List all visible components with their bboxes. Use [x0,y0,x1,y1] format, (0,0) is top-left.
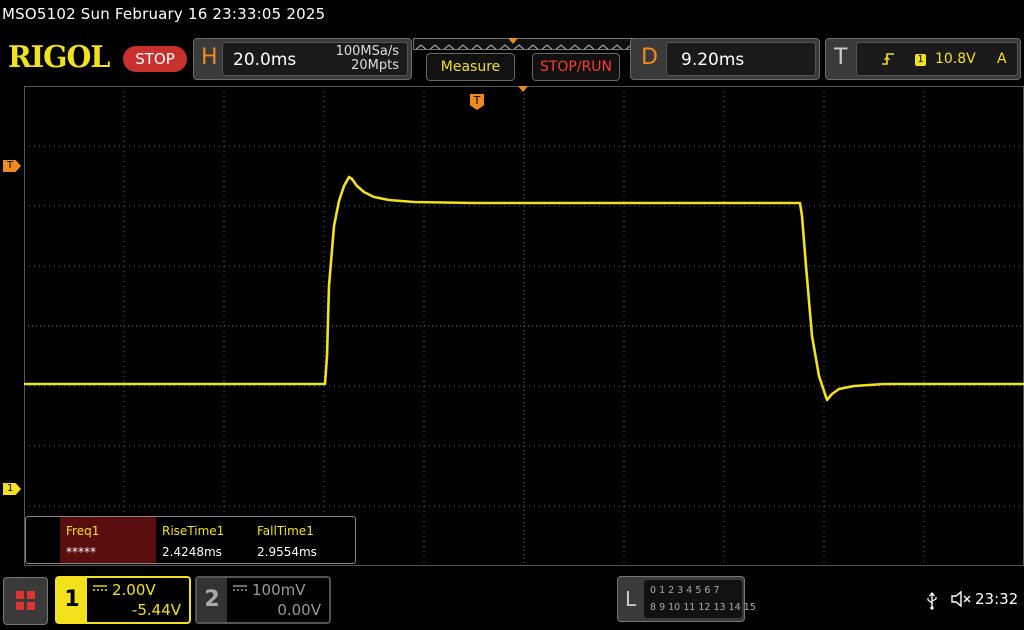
speaker-muted-icon[interactable] [950,590,972,612]
delay-letter: D [641,45,658,70]
rigol-logo: RIGOL [8,40,110,75]
horizontal-letter: H [201,45,218,70]
logic-channels-row2: 8 9 10 11 12 13 14 15 [650,602,756,613]
menu-square [16,602,24,610]
horizontal-box: 20.0ms 100MSa/s 20Mpts [222,42,408,76]
menu-square [27,602,35,610]
system-clock: 23:32 [975,590,1019,608]
measurement-freq[interactable]: Freq1 ***** [60,517,156,563]
channel1-panel[interactable]: 1 2.00V -5.44V [55,576,191,624]
logic-analyzer-panel[interactable]: L 0 1 2 3 4 5 6 7 8 9 10 11 12 13 14 15 [617,576,756,622]
channel2-offset: 0.00V [277,601,321,619]
measurement-name: FallTime1 [257,524,314,538]
trigger-level-marker[interactable]: T [3,160,21,172]
memory-overview-waveform [415,44,632,49]
channel2-scale: 100mV [252,581,306,599]
channel2-number: 2 [197,578,227,622]
trigger-mode: A [997,51,1007,67]
channel1-offset-marker[interactable]: 1 [3,483,21,495]
grid-center-axes [24,86,1024,566]
measurement-value: ***** [66,545,96,559]
logic-analyzer-channels: 0 1 2 3 4 5 6 7 8 9 10 11 12 13 14 15 [644,580,756,618]
measurement-table[interactable]: Freq1 ***** RiseTime1 2.4248ms FallTime1… [25,516,356,564]
menu-grid-icon[interactable] [3,577,48,625]
menu-square [16,591,24,599]
sample-rate: 100MSa/s [335,44,399,59]
channel2-panel[interactable]: 2 100mV 0.00V [195,576,331,624]
trigger-box: 1 10.8V A [856,42,1018,76]
waveform-grid[interactable] [24,86,1024,566]
trigger-panel[interactable]: T 1 10.8V A [825,38,1021,80]
rising-edge-icon [881,51,895,71]
stop-run-button[interactable]: STOP/RUN [532,53,620,81]
measure-button[interactable]: Measure [426,53,515,81]
measurement-name: Freq1 [66,524,100,538]
measurement-falltime[interactable]: FallTime1 2.9554ms [251,517,347,563]
trigger-letter: T [834,45,848,70]
measurement-value: 2.4248ms [162,545,222,559]
channel1-offset: -5.44V [131,601,181,619]
measurement-value: 2.9554ms [257,545,317,559]
trigger-level: 10.8V [935,51,976,67]
memory-depth: 20Mpts [351,58,399,73]
delay-box: 9.20ms [666,42,816,76]
measurement-name: RiseTime1 [162,524,225,538]
title-line: MSO5102 Sun February 16 23:33:05 2025 [2,5,326,23]
horizontal-panel[interactable]: H 20.0ms 100MSa/s 20Mpts [193,38,412,80]
dc-coupling-icon [233,584,247,595]
channel1-number: 1 [57,578,87,622]
channel1-scale: 2.00V [112,581,156,599]
usb-icon[interactable] [926,591,938,614]
logic-analyzer-letter: L [625,587,637,611]
logic-channels-row1: 0 1 2 3 4 5 6 7 [650,585,720,596]
trigger-source: 1 [915,54,926,66]
timebase-value: 20.0ms [233,50,297,70]
run-state-badge[interactable]: STOP [123,46,187,72]
delay-panel[interactable]: D 9.20ms [630,38,820,80]
memory-overview-strip[interactable] [413,38,633,50]
memory-position-marker [508,38,518,44]
menu-square [27,591,35,599]
delay-value: 9.20ms [681,50,745,70]
acquisition-info: 100MSa/s 20Mpts [336,45,399,73]
screen-center-marker [518,86,528,92]
measurement-risetime[interactable]: RiseTime1 2.4248ms [156,517,252,563]
dc-coupling-icon [93,584,107,595]
